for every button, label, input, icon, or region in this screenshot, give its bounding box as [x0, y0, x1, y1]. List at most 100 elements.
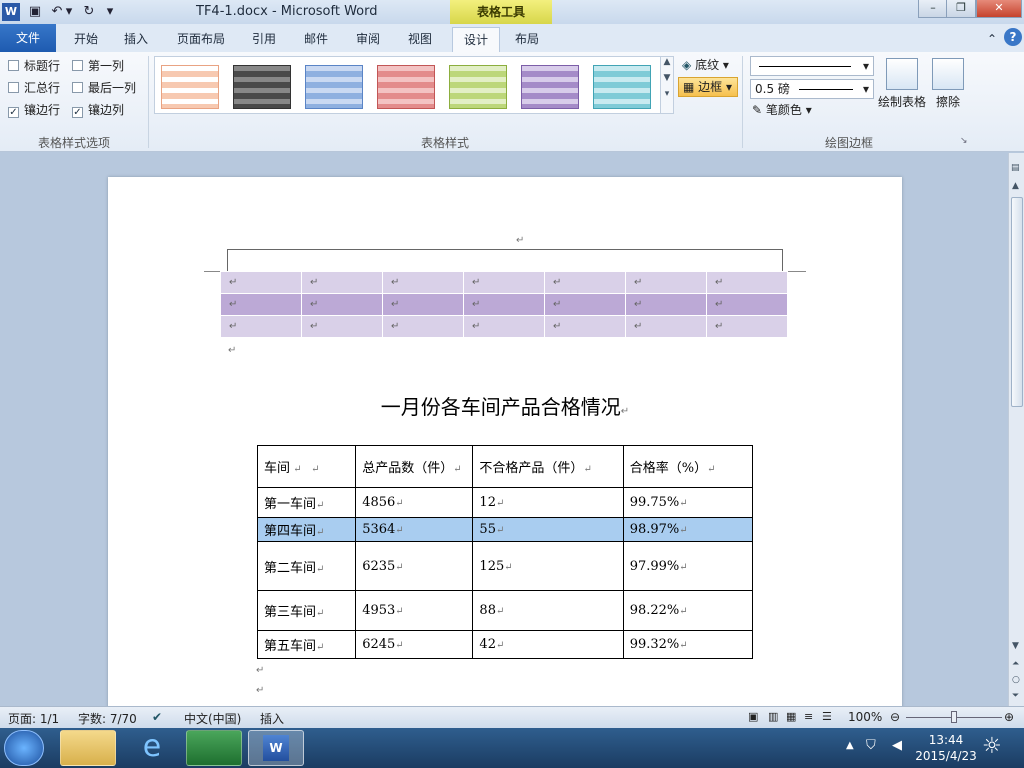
checkbox-last-column[interactable]: 最后一列 — [72, 79, 136, 96]
document-page[interactable]: ↵ ↵ ↵ ↵ ↵ ↵ ↵ ↵ ↵ ↵ ↵ ↵ ↵ ↵ ↵ ↵ ↵ ↵ ↵ ↵ ↵ ↵ ↵ 一月份各车间产品合格情况… — [108, 177, 902, 706]
draft-icon[interactable]: ☰ — [822, 710, 832, 723]
table-cell[interactable]: 第三车间↵ — [256, 590, 357, 631]
text-box-frame[interactable] — [227, 249, 783, 271]
table-cell[interactable]: ↵ — [382, 271, 464, 294]
dialog-launcher-icon[interactable]: ↘ — [960, 136, 968, 146]
clock[interactable]: 13:44 2015/4/23 — [914, 732, 978, 764]
table-cell[interactable]: 42↵ — [472, 630, 624, 659]
tab-file[interactable]: 文件 — [0, 24, 56, 52]
outline-icon[interactable]: ≡ — [804, 710, 813, 723]
insert-mode[interactable]: 插入 — [260, 710, 284, 727]
internet-explorer-icon[interactable]: e — [124, 730, 180, 766]
table-cell[interactable]: 12↵ — [472, 487, 624, 518]
table-cell[interactable]: ↵ — [301, 293, 383, 316]
table-cell[interactable]: ↵ — [625, 315, 707, 338]
checkbox-banded-columns[interactable]: ✓ 镶边列 — [72, 101, 124, 118]
table-cell[interactable]: ↵ — [463, 315, 545, 338]
table-style-swatch[interactable] — [233, 65, 291, 109]
table-cell[interactable]: 6235↵ — [355, 541, 474, 591]
table-style-swatch[interactable] — [161, 65, 219, 109]
excel-icon[interactable] — [186, 730, 242, 766]
undo-dropdown-icon[interactable]: ▾ — [64, 3, 74, 21]
line-weight-dropdown[interactable]: 0.5 磅 ▾ — [750, 79, 874, 99]
table-cell[interactable]: ↵ — [544, 293, 626, 316]
proofing-icon[interactable]: ✔ — [152, 710, 162, 724]
tab-view[interactable]: 视图 — [400, 27, 440, 52]
table-cell[interactable]: ↵ — [706, 271, 788, 294]
table-cell[interactable]: ↵ — [382, 315, 464, 338]
tab-review[interactable]: 审阅 — [348, 27, 388, 52]
document-title[interactable]: 一月份各车间产品合格情况↵ — [108, 391, 902, 420]
tab-home[interactable]: 开始 — [64, 27, 108, 52]
file-explorer-icon[interactable] — [60, 730, 116, 766]
table-style-swatch[interactable] — [377, 65, 435, 109]
tab-mailings[interactable]: 邮件 — [296, 27, 336, 52]
tab-page-layout[interactable]: 页面布局 — [168, 27, 234, 52]
table-cell[interactable]: ↵ — [625, 293, 707, 316]
table-style-swatch[interactable] — [593, 65, 651, 109]
table-cell[interactable]: ↵ — [220, 315, 302, 338]
checkbox-total-row[interactable]: 汇总行 — [8, 79, 60, 96]
table-cell[interactable]: 88↵ — [472, 590, 624, 631]
minimize-button[interactable]: – — [918, 0, 948, 18]
borders-button[interactable]: ▦ 边框 ▾ — [678, 77, 738, 97]
table-cell[interactable]: 第五车间↵ — [256, 630, 357, 659]
table-cell[interactable]: 55↵ — [472, 517, 624, 542]
scroll-thumb[interactable] — [1011, 197, 1023, 407]
next-page-icon[interactable]: ⏷ — [1012, 691, 1019, 701]
table-cell[interactable]: ↵ — [301, 271, 383, 294]
header-cell[interactable]: 不合格产品（件）↵ — [472, 445, 624, 488]
table-cell[interactable]: 第二车间↵ — [256, 541, 357, 591]
line-style-dropdown[interactable]: ▾ — [750, 56, 874, 76]
zoom-level[interactable]: 100% — [848, 710, 882, 724]
zoom-slider-thumb[interactable] — [951, 711, 957, 723]
table-cell[interactable]: 第四车间↵ — [256, 517, 357, 542]
table-cell[interactable]: ↵ — [625, 271, 707, 294]
table-cell[interactable]: 125↵ — [472, 541, 624, 591]
previous-page-icon[interactable]: ⏶ — [1012, 659, 1019, 669]
help-icon[interactable]: ? — [1004, 28, 1022, 46]
language[interactable]: 中文(中国) — [184, 710, 241, 727]
styled-empty-table[interactable]: ↵ ↵ ↵ ↵ ↵ ↵ ↵ ↵ ↵ ↵ ↵ ↵ ↵ ↵ ↵ ↵ ↵ ↵ ↵ ↵ ↵ — [220, 271, 788, 338]
table-cell[interactable]: ↵ — [220, 293, 302, 316]
table-cell[interactable]: ↵ — [706, 293, 788, 316]
table-cell[interactable]: 6245↵ — [355, 630, 474, 659]
zoom-out-icon[interactable]: ⊖ — [890, 710, 900, 724]
table-cell[interactable]: ↵ — [382, 293, 464, 316]
draw-table-button[interactable]: 绘制表格 — [876, 58, 928, 110]
table-cell[interactable]: 4953↵ — [355, 590, 474, 631]
table-cell[interactable]: 第一车间↵ — [256, 487, 357, 518]
minimize-ribbon-icon[interactable]: ⌃ — [984, 27, 1000, 52]
table-cell[interactable]: ↵ — [463, 293, 545, 316]
table-cell[interactable]: ↵ — [544, 315, 626, 338]
table-cell[interactable]: ↵ — [544, 271, 626, 294]
gallery-scroll[interactable]: ▲ ▼ ▾ — [660, 56, 674, 114]
data-table[interactable]: 车间 ↵ ↵ 总产品数（件）↵ 不合格产品（件）↵ 合格率（%）↵ 第一车间↵ … — [256, 445, 754, 659]
redo-icon[interactable]: ↻ — [80, 3, 98, 21]
restore-button[interactable]: ❐ — [946, 0, 976, 18]
tab-design[interactable]: 设计 — [452, 27, 500, 52]
select-browse-object-icon[interactable]: ○ — [1012, 675, 1020, 685]
table-cell[interactable]: 99.32%↵ — [622, 630, 754, 659]
close-button[interactable]: ✕ — [976, 0, 1022, 18]
scroll-up-icon[interactable]: ▲ — [1012, 181, 1019, 191]
start-button[interactable] — [4, 730, 44, 766]
checkbox-first-column[interactable]: 第一列 — [72, 57, 124, 74]
table-cell[interactable]: 99.75%↵ — [622, 487, 754, 518]
table-cell[interactable]: 97.99%↵ — [622, 541, 754, 591]
tab-references[interactable]: 引用 — [244, 27, 284, 52]
header-cell[interactable]: 合格率（%）↵ — [622, 445, 754, 488]
tab-layout[interactable]: 布局 — [506, 27, 548, 52]
header-cell[interactable]: 车间 ↵ ↵ — [256, 445, 357, 488]
word-app-icon[interactable]: W — [2, 3, 20, 21]
web-layout-icon[interactable]: ▦ — [786, 710, 796, 723]
full-screen-reading-icon[interactable]: ▥ — [768, 710, 778, 723]
table-cell[interactable]: 5364↵ — [355, 517, 474, 542]
table-cell[interactable]: ↵ — [301, 315, 383, 338]
table-cell[interactable]: 98.97%↵ — [622, 517, 754, 542]
tab-insert[interactable]: 插入 — [114, 27, 158, 52]
table-style-swatch[interactable] — [521, 65, 579, 109]
ruler-toggle-icon[interactable]: ▤ — [1011, 163, 1020, 173]
show-hidden-icons[interactable]: ▲ — [846, 740, 854, 751]
security-shield-icon[interactable]: ⛉ — [866, 738, 876, 753]
